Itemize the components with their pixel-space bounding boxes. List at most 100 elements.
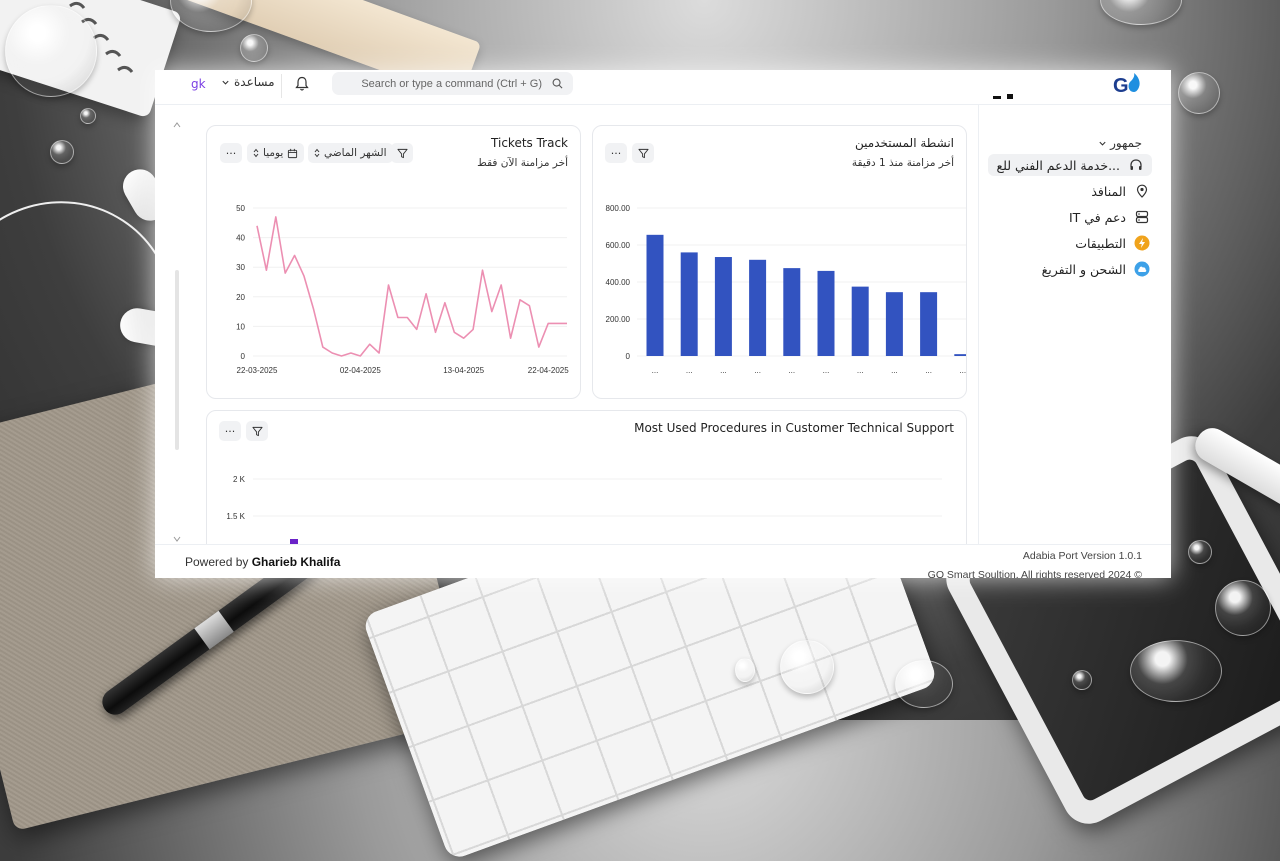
background-water-drop (240, 34, 268, 62)
sidebar-group-audience[interactable]: جمهور (1098, 136, 1142, 150)
sidebar-item-technical-support[interactable]: خدمة الدعم الفني للع... (988, 154, 1152, 176)
filter-button[interactable] (246, 421, 268, 441)
y-tick-label: 800.00 (606, 204, 631, 213)
card-title: Most Used Procedures in Customer Technic… (634, 421, 954, 435)
x-tick-label: ... (857, 366, 864, 375)
filter-button[interactable] (391, 143, 413, 163)
filter-icon (396, 148, 408, 158)
x-tick-label: 13-04-2025 (443, 366, 484, 375)
scroll-down-arrow-icon[interactable] (173, 536, 181, 542)
bar (920, 292, 938, 356)
app-logo[interactable]: G (1113, 72, 1143, 104)
card-title: انشطة المستخدمين (855, 136, 954, 150)
more-icon: ··· (225, 146, 237, 160)
bar (851, 286, 869, 356)
background-water-drop (1100, 0, 1182, 25)
help-menu[interactable]: مساعدة (221, 75, 275, 89)
y-tick-label: 40 (236, 234, 245, 243)
help-label: مساعدة (234, 75, 275, 89)
bar (954, 354, 966, 356)
sidebar-item-shipping[interactable]: الشحن و التفريغ (1042, 258, 1150, 280)
background-water-drop (1215, 580, 1271, 636)
chevron-down-icon (222, 80, 229, 85)
y-tick-label: 0 (241, 352, 246, 361)
background-water-drop (80, 108, 96, 124)
more-icon: ··· (610, 146, 622, 160)
background-water-drop (780, 640, 834, 694)
y-tick-label: 10 (236, 322, 245, 331)
search-input[interactable] (350, 76, 544, 91)
sidebar-item-ports[interactable]: المنافذ (1091, 180, 1150, 202)
period-select[interactable]: الشهر الماضي (308, 143, 393, 163)
sidebar-item-it-support[interactable]: IT دعم في (1069, 206, 1150, 228)
x-tick-label: ... (720, 366, 727, 375)
sidebar: جمهور خدمة الدعم الفني للع... المنافذ IT… (978, 104, 1171, 544)
card-subtitle: أخر مزامنة منذ 1 دقيقة (851, 157, 954, 169)
search-bar[interactable] (332, 72, 573, 95)
tickets-track-card: Tickets Track أخر مزامنة الآن فقط ··· يو… (206, 125, 581, 399)
y-tick-label: 20 (236, 293, 245, 302)
search-icon (552, 78, 563, 89)
bell-icon (295, 76, 309, 91)
copyright: GO Smart Soultion. All rights reserved 2… (927, 569, 1142, 578)
filter-button[interactable] (632, 143, 654, 163)
more-icon: ··· (224, 424, 236, 438)
x-tick-label: ... (925, 366, 932, 375)
interval-select[interactable]: يوميا (247, 143, 305, 163)
powered-by-prefix: Powered by (185, 555, 252, 569)
scrollbar-thumb[interactable] (175, 270, 179, 450)
bar (714, 257, 732, 356)
user-avatar[interactable]: gk (191, 77, 206, 91)
svg-text:G: G (1113, 75, 1128, 97)
sort-arrows-icon (253, 148, 259, 158)
sidebar-item-label: المنافذ (1091, 183, 1126, 199)
x-tick-label: ... (754, 366, 761, 375)
background-water-drop (895, 660, 953, 708)
app-window: gk مساعدة G جمهور خدمة الدعم ا (155, 70, 1171, 578)
background-water-drop (735, 658, 755, 682)
y-tick-label: 2 K (233, 475, 246, 484)
bar (646, 234, 664, 356)
more-options-button[interactable]: ··· (219, 421, 241, 441)
y-tick-label: 50 (236, 204, 245, 213)
y-tick-label: 1.5 K (226, 512, 245, 521)
y-tick-label: 30 (236, 263, 245, 272)
more-options-button[interactable]: ··· (605, 143, 627, 163)
author-name: Gharieb Khalifa (251, 555, 341, 569)
period-select-value: الشهر الماضي (324, 147, 387, 159)
x-tick-label: ... (686, 366, 693, 375)
lightning-icon (1134, 235, 1150, 251)
x-tick-label: 22-04-2025 (528, 366, 569, 375)
card-subtitle: أخر مزامنة الآن فقط (477, 157, 568, 169)
notifications-button[interactable] (295, 76, 309, 96)
sidebar-group-label: جمهور (1110, 136, 1142, 150)
tickets-line-chart: 50 40 30 20 10 0 22-03-2025 02-04-2025 13-04-202… (236, 204, 569, 375)
user-activity-card: انشطة المستخدمين أخر مزامنة منذ 1 دقيقة … (592, 125, 967, 399)
app-version: Adabia Port Version 1.0.1 (1022, 550, 1142, 562)
more-options-button[interactable]: ··· (220, 143, 242, 163)
y-tick-label: 200.00 (606, 315, 631, 324)
bar (783, 268, 801, 356)
top-bar: gk مساعدة G (155, 70, 1171, 105)
sidebar-item-label: التطبيقات (1075, 235, 1126, 251)
bar (885, 292, 903, 356)
go-logo-icon: G (1113, 73, 1140, 97)
y-tick-label: 400.00 (606, 278, 631, 287)
bar (817, 270, 835, 356)
sort-arrows-icon (314, 148, 320, 158)
x-tick-label: ... (652, 366, 659, 375)
x-tick-label: ... (788, 366, 795, 375)
sidebar-item-label: IT دعم في (1068, 209, 1126, 225)
divider (281, 74, 282, 98)
scroll-up-arrow-icon[interactable] (173, 122, 181, 128)
background-water-drop (5, 5, 97, 97)
bar (749, 259, 767, 356)
filter-icon (251, 426, 263, 436)
y-tick-label: 600.00 (606, 241, 631, 250)
y-tick-label: 0 (626, 352, 631, 361)
x-tick-label: 02-04-2025 (340, 366, 381, 375)
background-water-drop (1072, 670, 1092, 690)
sidebar-item-applications[interactable]: التطبيقات (1075, 232, 1150, 254)
filter-icon (637, 148, 649, 158)
location-pin-icon (1134, 183, 1150, 199)
